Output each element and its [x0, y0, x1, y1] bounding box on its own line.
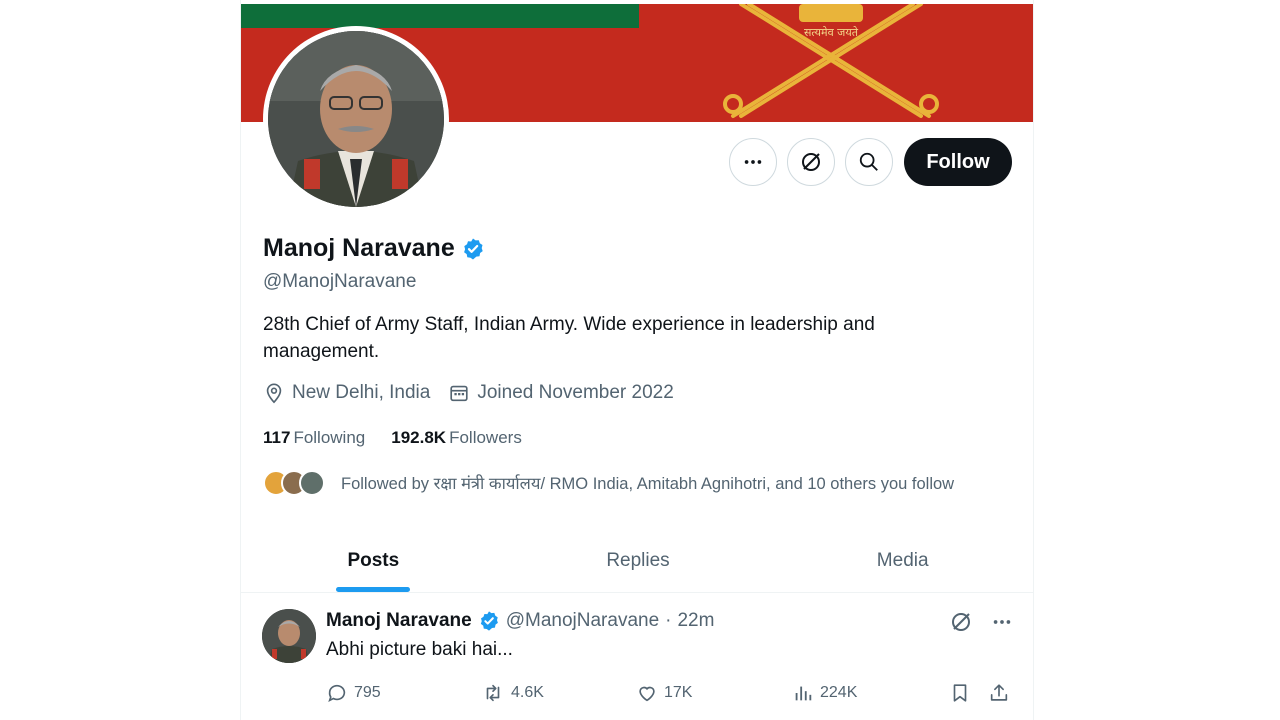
joined-text: Joined November 2022 — [477, 382, 674, 403]
tab-replies-label: Replies — [606, 550, 670, 571]
followed-by-text: Followed by रक्षा मंत्री कार्यालय/ RMO I… — [341, 474, 955, 493]
profile-column: सत्यमेव जयते Follow Manoj Naravane @Mano… — [240, 0, 1034, 720]
share-button[interactable] — [988, 682, 1010, 704]
tweet[interactable]: Manoj Naravane @ManojNaravane · 22m Abhi… — [241, 594, 1033, 720]
like-button[interactable]: 17K — [636, 682, 692, 704]
display-name: Manoj Naravane — [263, 234, 455, 262]
follow-stats: 117 Following 192.8K Followers — [263, 428, 548, 448]
tweet-avatar[interactable] — [262, 609, 316, 663]
tweet-author-handle[interactable]: @ManojNaravane — [506, 610, 659, 632]
location-item: New Delhi, India — [263, 382, 430, 404]
tweet-text: Abhi picture baki hai... — [326, 639, 513, 660]
views-button[interactable]: 224K — [792, 682, 857, 704]
reply-icon — [328, 684, 346, 702]
tab-media-label: Media — [876, 550, 929, 571]
more-horizontal-icon — [744, 160, 762, 164]
army-emblem-icon: सत्यमेव जयते — [723, 4, 939, 118]
like-count: 17K — [664, 684, 693, 701]
active-tab-indicator — [336, 587, 411, 592]
profile-handle: @ManojNaravane — [263, 271, 417, 292]
profile-tabs: Posts Replies Media — [241, 530, 1033, 593]
calendar-icon — [450, 385, 468, 402]
location-text: New Delhi, India — [292, 382, 431, 403]
view-count: 224K — [820, 684, 858, 701]
verified-badge-icon[interactable] — [478, 610, 500, 632]
followers-label: Followers — [449, 428, 522, 447]
grok-icon[interactable] — [949, 610, 973, 634]
grok-button[interactable] — [787, 138, 835, 186]
search-button[interactable] — [845, 138, 893, 186]
profile-name-row: Manoj Naravane — [263, 234, 485, 263]
tweet-timestamp[interactable]: 22m — [677, 610, 714, 632]
tweet-separator: · — [665, 610, 672, 631]
share-icon — [990, 684, 1008, 701]
reply-count: 795 — [354, 684, 381, 701]
bookmark-icon — [953, 684, 967, 702]
tweet-actions: 795 4.6K 17K 224K — [326, 682, 1016, 708]
location-pin-icon — [266, 383, 282, 404]
repost-button[interactable]: 4.6K — [481, 682, 544, 704]
grok-icon — [802, 153, 820, 171]
banner-motto: सत्यमेव जयते — [804, 26, 859, 39]
profile-meta: New Delhi, India Joined November 2022 — [263, 382, 692, 404]
banner-green-stripe — [241, 4, 639, 28]
profile-bio: 28th Chief of Army Staff, Indian Army. W… — [263, 314, 875, 362]
tweet-top-actions — [949, 610, 1013, 634]
followers-count: 192.8K — [391, 428, 447, 447]
following-count: 117 — [263, 428, 291, 447]
more-horizontal-icon[interactable] — [991, 611, 1013, 633]
joined-item: Joined November 2022 — [448, 382, 674, 404]
tweet-header: Manoj Naravane @ManojNaravane · 22m — [326, 610, 714, 632]
follow-button[interactable]: Follow — [904, 138, 1012, 186]
following-label: Following — [293, 428, 366, 447]
tweet-author-name[interactable]: Manoj Naravane — [326, 610, 472, 632]
tab-posts[interactable]: Posts — [241, 530, 506, 592]
tab-replies[interactable]: Replies — [506, 530, 771, 592]
heart-icon — [639, 686, 655, 702]
search-icon — [859, 152, 878, 171]
verified-badge-icon[interactable] — [461, 237, 485, 261]
more-button[interactable] — [729, 138, 777, 186]
followed-by-avatars — [263, 466, 329, 498]
profile-avatar[interactable] — [263, 26, 449, 212]
tab-media[interactable]: Media — [770, 530, 1033, 592]
repost-count: 4.6K — [511, 684, 544, 701]
reply-button[interactable]: 795 — [326, 682, 381, 704]
followers-link[interactable]: 192.8K Followers — [391, 428, 522, 448]
following-link[interactable]: 117 Following — [263, 428, 365, 448]
analytics-icon — [795, 686, 812, 701]
tab-posts-label: Posts — [347, 550, 400, 571]
mini-avatar — [299, 470, 325, 496]
repost-icon — [486, 684, 500, 702]
followed-by-row[interactable]: Followed by रक्षा मंत्री कार्यालय/ RMO I… — [263, 466, 954, 498]
bookmark-button[interactable] — [949, 682, 971, 704]
